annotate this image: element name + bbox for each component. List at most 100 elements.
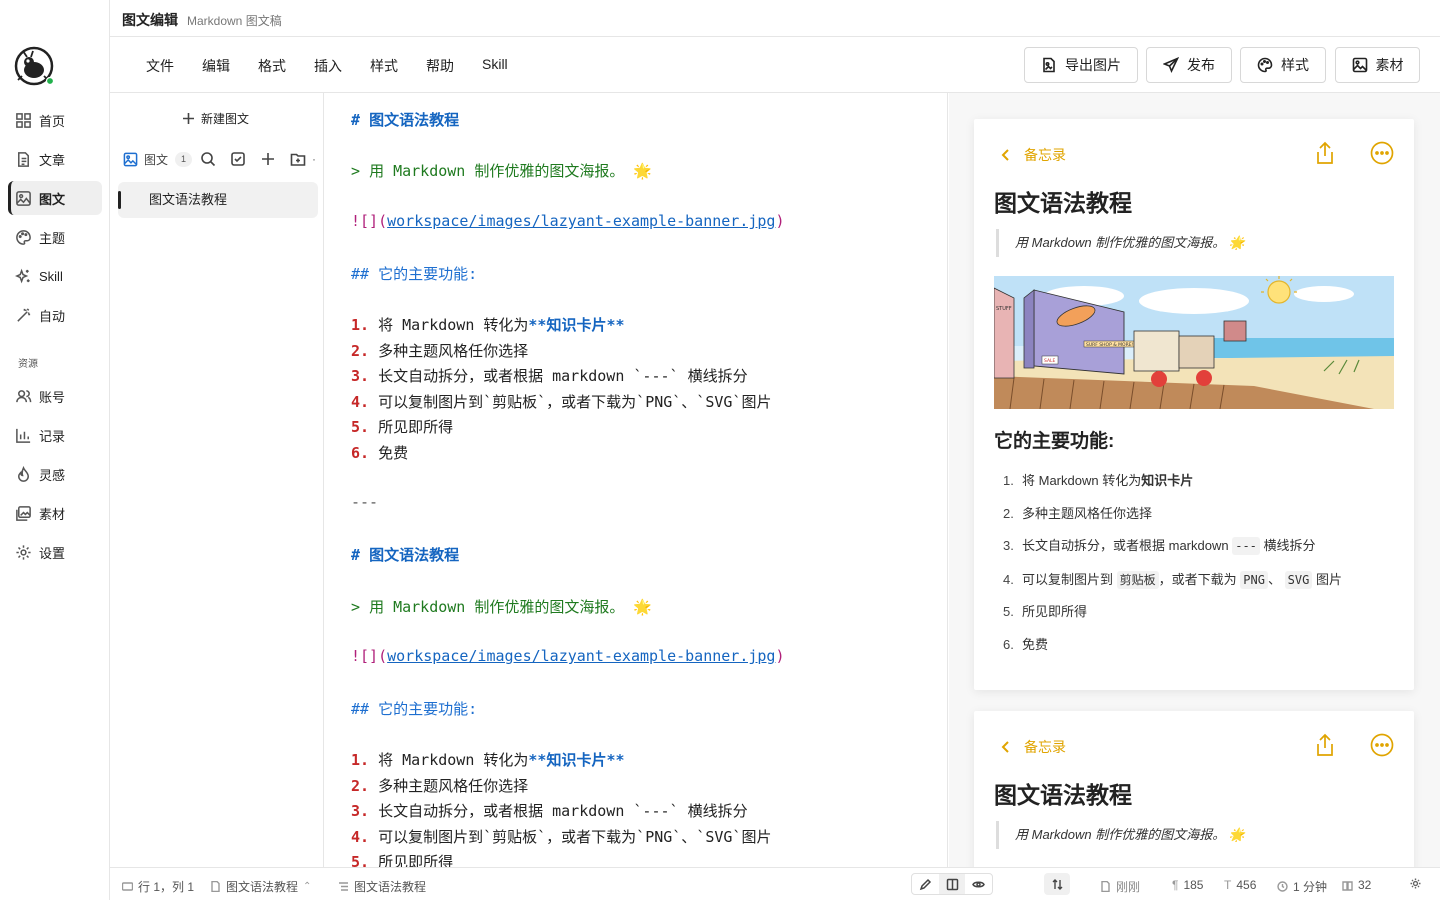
- reading-time: 1 分钟: [1277, 878, 1327, 895]
- nav-item-inspiration[interactable]: 灵感: [8, 457, 102, 491]
- grid-icon: [16, 112, 31, 128]
- nav-item-skill[interactable]: Skill: [8, 259, 102, 293]
- nav-item-home[interactable]: 首页: [8, 103, 102, 137]
- share-icon[interactable]: [1314, 733, 1336, 757]
- editor-line-h2: ## 它的主要功能:: [351, 265, 478, 283]
- checkbox-icon[interactable]: [230, 151, 246, 167]
- banner-stuff-sign: STUFF: [996, 306, 1012, 312]
- editor-list-item: 5. 所见即所得: [351, 853, 454, 867]
- back-button[interactable]: 备忘录: [999, 737, 1066, 757]
- paragraph-count: ¶ 185: [1172, 878, 1204, 892]
- menu-help[interactable]: 帮助: [426, 56, 454, 76]
- app-logo[interactable]: [14, 46, 56, 88]
- editor-list-item: 3. 长文自动拆分，或者根据 markdown `---` 横线拆分: [351, 802, 748, 820]
- plus-icon: [183, 113, 194, 124]
- more-icon[interactable]: [1370, 733, 1394, 757]
- clock-icon: [1277, 881, 1288, 892]
- document-list-item[interactable]: 图文语法教程: [118, 182, 318, 218]
- share-icon[interactable]: [1314, 141, 1336, 165]
- menu-file[interactable]: 文件: [146, 56, 174, 76]
- new-folder-icon[interactable]: [290, 151, 306, 167]
- card-title: 图文语法教程: [994, 782, 1132, 808]
- doc-count-badge: 1: [175, 151, 193, 167]
- theme-toggle[interactable]: [1410, 878, 1426, 889]
- card-list-item: 2. 多种主题风格任你选择: [1003, 506, 1153, 521]
- nav-item-label: Skill: [39, 268, 63, 284]
- edit-mode-button[interactable]: [912, 874, 939, 894]
- editor-line-image: ![](workspace/images/lazyant-example-ban…: [351, 647, 785, 665]
- nav-item-graphics[interactable]: 图文: [8, 181, 102, 215]
- file-icon: [211, 881, 220, 892]
- chevron-left-icon: [1001, 149, 1009, 161]
- banner-sale-sign: SALE: [1044, 358, 1056, 364]
- character-count: T 456: [1224, 878, 1257, 892]
- markdown-editor[interactable]: # 图文语法教程 > 用 Markdown 制作优雅的图文海报。 🌟 ![](w…: [324, 93, 948, 867]
- menu-insert[interactable]: 插入: [314, 56, 342, 76]
- file-image-icon: [1043, 57, 1055, 73]
- nav-item-accounts[interactable]: 账号: [8, 379, 102, 413]
- back-button[interactable]: 备忘录: [999, 145, 1066, 165]
- document-icon: [1101, 881, 1110, 892]
- new-document-button[interactable]: 新建图文: [182, 110, 249, 127]
- outline-indicator[interactable]: 图文语法教程: [338, 878, 426, 895]
- card-list-item: 1. 将 Markdown 转化为知识卡片: [1003, 473, 1194, 488]
- editor-list-item: 4. 可以复制图片到`剪贴板`，或者下载为`PNG`、`SVG`图片: [351, 828, 772, 846]
- nav-item-auto[interactable]: 自动: [8, 298, 102, 332]
- more-icon[interactable]: [1370, 141, 1394, 165]
- nav-item-settings[interactable]: 设置: [8, 535, 102, 569]
- preview-pane: 备忘录 图文语法教程 用 Markdown 制作优雅的图文海报。 🌟 SURF …: [949, 93, 1440, 867]
- page-title: 图文编辑: [122, 12, 178, 28]
- split-mode-button[interactable]: [938, 874, 966, 894]
- menu-format[interactable]: 格式: [258, 56, 286, 76]
- preview-mode-button[interactable]: [965, 874, 992, 894]
- nav-item-articles[interactable]: 文章: [8, 142, 102, 176]
- current-file-selector[interactable]: 图文语法教程 ⌃: [210, 878, 311, 895]
- chevron-left-icon: [1001, 741, 1009, 753]
- publish-label: 发布: [1187, 57, 1215, 73]
- title-bar: 图文编辑 Markdown 图文稿: [110, 0, 1440, 37]
- panel-tab-label[interactable]: 图文: [144, 151, 168, 168]
- editor-list-item: 4. 可以复制图片到`剪贴板`，或者下载为`PNG`、`SVG`图片: [351, 393, 772, 411]
- banner-shop-sign: SURF SHOP & MORE!: [1086, 342, 1134, 348]
- sync-scroll-button[interactable]: [1044, 873, 1070, 895]
- nav-item-label: 设置: [39, 545, 66, 561]
- card-heading: 它的主要功能:: [994, 431, 1115, 452]
- card-quote: 用 Markdown 制作优雅的图文海报。 🌟: [996, 229, 1245, 257]
- assets-button[interactable]: 素材: [1335, 47, 1420, 83]
- image-icon: [16, 190, 31, 206]
- view-mode-toggle: [911, 873, 993, 895]
- editor-line-h1: # 图文语法教程: [351, 546, 460, 564]
- export-image-button[interactable]: 导出图片: [1024, 47, 1138, 83]
- nav-item-label: 记录: [39, 428, 66, 444]
- flame-icon: [18, 465, 29, 482]
- card-list-item: 4. 可以复制图片到 剪贴板 ，或者下载为 PNG、 SVG 图片: [1003, 571, 1342, 589]
- search-icon[interactable]: [200, 151, 216, 167]
- send-icon: [1163, 57, 1179, 73]
- nav-item-records[interactable]: 记录: [8, 418, 102, 452]
- add-icon[interactable]: [260, 151, 276, 167]
- nav-item-materials[interactable]: 素材: [8, 496, 102, 530]
- bar-chart-icon: [16, 428, 31, 443]
- menu-skill[interactable]: Skill: [482, 56, 508, 72]
- magic-wand-icon: [17, 307, 31, 322]
- columns-icon: [946, 878, 958, 890]
- image-icon: [1352, 57, 1367, 73]
- nav-item-themes[interactable]: 主题: [8, 220, 102, 254]
- nav-section-resources: 资源: [18, 359, 38, 370]
- page-subtitle: Markdown 图文稿: [187, 14, 282, 28]
- editor-line-hr: ---: [351, 493, 379, 511]
- menu-bar: 文件 编辑 格式 插入 样式 帮助 Skill 导出图片 发布 样式 素材: [110, 37, 1440, 93]
- image-icon: [123, 152, 138, 166]
- menu-style[interactable]: 样式: [370, 56, 398, 76]
- document-panel: 新建图文 图文 1 · 图文语法教程: [110, 93, 324, 867]
- card-list-item: 3. 长文自动拆分，或者根据 markdown --- 横线拆分: [1003, 537, 1316, 555]
- users-icon: [16, 389, 32, 402]
- publish-button[interactable]: 发布: [1146, 47, 1232, 83]
- style-button[interactable]: 样式: [1240, 47, 1326, 83]
- editor-list-item: 1. 将 Markdown 转化为**知识卡片**: [351, 751, 625, 769]
- editor-list-item: 3. 长文自动拆分，或者根据 markdown `---` 横线拆分: [351, 367, 748, 385]
- sun-icon: [1410, 878, 1421, 889]
- card-list-item: 6. 免费: [1003, 637, 1049, 652]
- menu-edit[interactable]: 编辑: [202, 56, 230, 76]
- editor-list-item: 2. 多种主题风格任你选择: [351, 342, 529, 360]
